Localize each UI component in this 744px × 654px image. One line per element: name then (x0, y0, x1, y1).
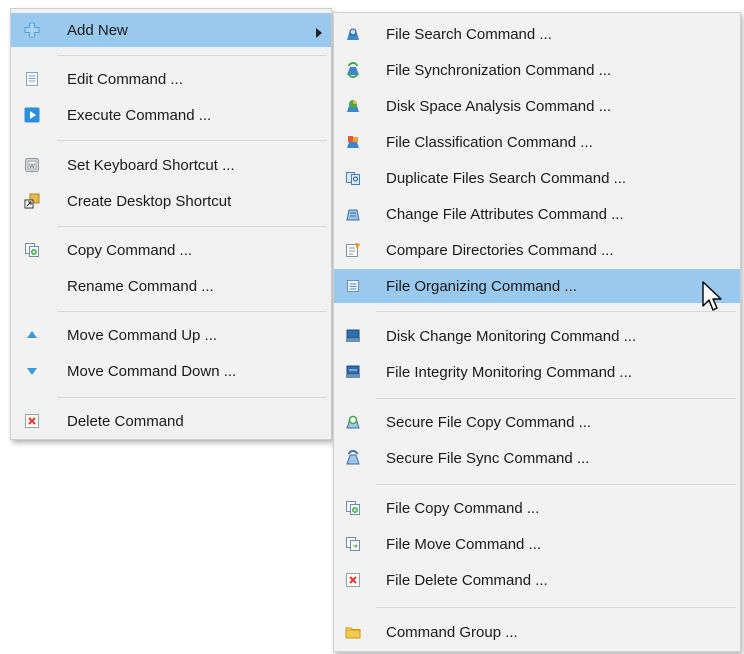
menu-separator (57, 55, 327, 56)
menu-item-label: Create Desktop Shortcut (67, 192, 232, 210)
menu-separator (57, 311, 327, 312)
disk-space-icon (345, 98, 361, 114)
menu-item-label: Move Command Up ... (67, 326, 218, 344)
svg-text:W: W (29, 163, 35, 170)
submenu-item-label: File Organizing Command ... (386, 277, 577, 295)
submenu-item-label: Disk Change Monitoring Command ... (386, 327, 637, 345)
submenu-item-secure-file-copy[interactable]: Secure File Copy Command ... (334, 405, 740, 439)
disk-monitoring-icon (345, 328, 361, 344)
submenu-arrow-icon (315, 25, 323, 42)
file-move-icon (345, 536, 361, 552)
submenu-item-disk-change-monitoring[interactable]: Disk Change Monitoring Command ... (334, 319, 740, 353)
compare-directories-icon (345, 242, 361, 258)
submenu-item-file-move[interactable]: File Move Command ... (334, 527, 740, 561)
arrow-up-icon (24, 327, 40, 343)
submenu-item-label: File Search Command ... (386, 25, 552, 43)
submenu-item-disk-space-analysis[interactable]: Disk Space Analysis Command ... (334, 89, 740, 123)
submenu-item-file-integrity-monitoring[interactable]: File Integrity Monitoring Command ... (334, 355, 740, 389)
file-attributes-icon (345, 206, 361, 222)
submenu-item-label: Disk Space Analysis Command ... (386, 97, 612, 115)
keyboard-key-icon: W (24, 157, 40, 173)
menu-item-label: Edit Command ... (67, 70, 183, 88)
menu-item-label: Set Keyboard Shortcut ... (67, 156, 235, 174)
file-delete-icon (345, 572, 361, 588)
submenu-item-change-file-attributes[interactable]: Change File Attributes Command ... (334, 197, 740, 231)
submenu-item-file-search[interactable]: File Search Command ... (334, 17, 740, 51)
submenu-item-label: File Synchronization Command ... (386, 61, 612, 79)
delete-icon (24, 413, 40, 429)
menu-item-create-desktop-shortcut[interactable]: Create Desktop Shortcut (11, 184, 331, 218)
arrow-down-icon (24, 363, 40, 379)
plus-icon (24, 22, 40, 38)
submenu-item-file-classification[interactable]: File Classification Command ... (334, 125, 740, 159)
menu-item-move-command-up[interactable]: Move Command Up ... (11, 318, 331, 352)
submenu-item-label: File Move Command ... (386, 535, 542, 553)
submenu-item-file-copy[interactable]: File Copy Command ... (334, 491, 740, 525)
menu-item-label: Execute Command ... (67, 106, 212, 124)
submenu-item-command-group[interactable]: Command Group ... (334, 615, 740, 649)
menu-item-execute-command[interactable]: Execute Command ... (11, 98, 331, 132)
menu-separator (376, 398, 736, 399)
context-menu: Add New Edit Command ... Execute Command… (10, 8, 332, 440)
copy-icon (24, 242, 40, 258)
submenu-item-label: File Classification Command ... (386, 133, 593, 151)
desktop-shortcut-icon (24, 193, 40, 209)
menu-item-add-new[interactable]: Add New (11, 13, 331, 47)
submenu-item-label: File Delete Command ... (386, 571, 548, 589)
menu-item-label: Move Command Down ... (67, 362, 237, 380)
integrity-monitoring-icon (345, 364, 361, 380)
menu-item-label: Rename Command ... (67, 277, 214, 295)
mouse-cursor-icon (702, 281, 724, 317)
file-search-icon (345, 26, 361, 42)
menu-separator (57, 397, 327, 398)
play-icon (24, 107, 40, 123)
menu-item-copy-command[interactable]: Copy Command ... (11, 233, 331, 267)
file-classification-icon (345, 134, 361, 150)
menu-item-edit-command[interactable]: Edit Command ... (11, 62, 331, 96)
duplicate-files-icon (345, 170, 361, 186)
submenu-item-file-synchronization[interactable]: File Synchronization Command ... (334, 53, 740, 87)
menu-separator (376, 484, 736, 485)
edit-document-icon (24, 71, 40, 87)
menu-item-label: Add New (67, 21, 128, 39)
menu-separator (57, 226, 327, 227)
submenu-item-file-organizing[interactable]: File Organizing Command ... (334, 269, 740, 303)
submenu-item-label: Compare Directories Command ... (386, 241, 614, 259)
secure-copy-icon (345, 414, 361, 430)
menu-separator (376, 607, 736, 608)
add-new-submenu: File Search Command ... File Synchroniza… (333, 12, 741, 652)
menu-item-set-keyboard-shortcut[interactable]: W Set Keyboard Shortcut ... (11, 148, 331, 182)
submenu-item-label: File Integrity Monitoring Command ... (386, 363, 632, 381)
folder-icon (345, 624, 361, 640)
menu-item-move-command-down[interactable]: Move Command Down ... (11, 354, 331, 388)
submenu-item-label: File Copy Command ... (386, 499, 540, 517)
menu-item-delete-command[interactable]: Delete Command (11, 404, 331, 438)
submenu-item-compare-directories[interactable]: Compare Directories Command ... (334, 233, 740, 267)
secure-sync-icon (345, 450, 361, 466)
menu-item-label: Delete Command (67, 412, 184, 430)
submenu-item-label: Secure File Sync Command ... (386, 449, 590, 467)
submenu-item-label: Duplicate Files Search Command ... (386, 169, 627, 187)
submenu-item-secure-file-sync[interactable]: Secure File Sync Command ... (334, 441, 740, 475)
submenu-item-file-delete[interactable]: File Delete Command ... (334, 563, 740, 597)
menu-item-label: Copy Command ... (67, 241, 193, 259)
submenu-item-label: Change File Attributes Command ... (386, 205, 624, 223)
file-organizing-icon (345, 278, 361, 294)
file-sync-icon (345, 62, 361, 78)
file-copy-icon (345, 500, 361, 516)
submenu-item-label: Command Group ... (386, 623, 518, 641)
submenu-item-label: Secure File Copy Command ... (386, 413, 592, 431)
menu-item-rename-command[interactable]: Rename Command ... (11, 269, 331, 303)
menu-separator (376, 311, 736, 312)
menu-separator (57, 140, 327, 141)
submenu-item-duplicate-files-search[interactable]: Duplicate Files Search Command ... (334, 161, 740, 195)
